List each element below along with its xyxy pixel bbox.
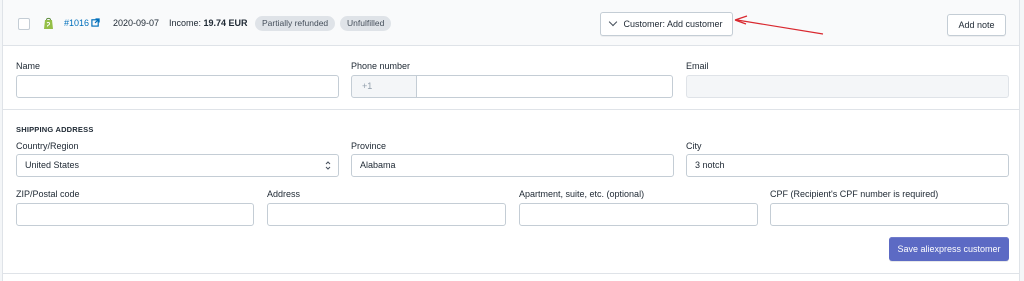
status-badge-fulfillment: Unfulfilled [340,16,392,31]
annotation-arrow-icon [734,15,824,35]
province-label: Province [351,141,387,151]
income-label: Income: [169,18,202,28]
external-link-icon[interactable] [91,18,100,27]
address-field[interactable] [267,203,506,226]
add-note-button[interactable]: Add note [947,14,1006,36]
country-label: Country/Region [16,141,79,151]
order-card: #1016 2020-09-07 Income: 19.74 EUR Parti… [2,0,1020,281]
zip-label: ZIP/Postal code [16,189,80,199]
apartment-label: Apartment, suite, etc. (optional) [519,189,645,199]
phone-field[interactable] [416,75,673,98]
order-header: #1016 2020-09-07 Income: 19.74 EUR Parti… [3,0,1019,46]
country-select[interactable]: United States [16,154,339,177]
status-badge-refund: Partially refunded [255,16,336,31]
section-divider [3,109,1019,110]
cpf-label: CPF (Recipient's CPF number is required) [770,189,939,199]
city-field[interactable]: 3 notch [686,154,1009,177]
customer-dropdown-button[interactable]: Customer: Add customer [600,12,733,36]
city-label: City [686,141,702,151]
phone-label: Phone number [351,61,411,71]
order-date: 2020-09-07 [113,18,160,28]
name-field[interactable] [16,75,339,98]
zip-field[interactable] [16,203,254,226]
customer-button-label: Customer: Add customer [623,19,723,29]
cpf-field[interactable] [770,203,1009,226]
province-field[interactable]: Alabama [351,154,674,177]
income-value: 19.74 EUR [203,18,248,28]
order-select-checkbox[interactable] [18,18,30,30]
order-number-link[interactable]: #1016 [64,18,89,28]
name-label: Name [16,61,41,71]
country-select-value: United States [25,160,80,170]
card-bottom-divider [3,273,1019,274]
order-income: Income: 19.74 EUR [169,18,248,28]
shipping-address-title: SHIPPING ADDRESS [16,125,94,134]
save-customer-button[interactable]: Save aliexpress customer [889,237,1009,261]
email-label: Email [686,61,709,71]
address-label: Address [267,189,301,199]
select-arrows-icon [325,161,331,170]
email-field[interactable] [686,75,1009,98]
chevron-down-icon [609,17,618,27]
shopify-bag-icon [44,17,53,29]
phone-country-prefix[interactable]: +1 [351,75,417,98]
apartment-field[interactable] [519,203,758,226]
